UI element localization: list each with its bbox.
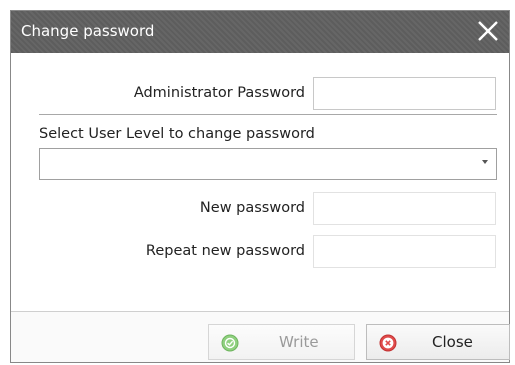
user-level-select[interactable] bbox=[39, 148, 497, 180]
repeat-password-field[interactable] bbox=[313, 235, 496, 268]
write-button-label: Write bbox=[279, 333, 319, 351]
dialog-titlebar: Change password bbox=[11, 11, 509, 53]
new-password-label: New password bbox=[199, 200, 305, 216]
check-circle-icon bbox=[221, 334, 239, 352]
admin-password-input[interactable] bbox=[314, 78, 495, 109]
new-password-input[interactable] bbox=[314, 193, 495, 224]
close-x-icon[interactable] bbox=[475, 18, 501, 44]
close-circle-icon bbox=[379, 334, 397, 352]
write-button[interactable]: Write bbox=[208, 324, 355, 360]
change-password-dialog: Change password Administrator Password S… bbox=[10, 10, 510, 363]
admin-password-field[interactable] bbox=[313, 77, 496, 110]
chevron-down-icon[interactable] bbox=[482, 160, 488, 164]
repeat-password-label: Repeat new password bbox=[145, 243, 305, 259]
close-button[interactable]: Close bbox=[366, 324, 510, 360]
repeat-password-input[interactable] bbox=[314, 236, 495, 267]
dialog-title: Change password bbox=[21, 22, 155, 40]
select-user-level-label: Select User Level to change password bbox=[39, 126, 315, 142]
new-password-field[interactable] bbox=[313, 192, 496, 225]
close-button-label: Close bbox=[432, 333, 473, 351]
divider bbox=[39, 114, 497, 115]
admin-password-label: Administrator Password bbox=[133, 85, 305, 101]
